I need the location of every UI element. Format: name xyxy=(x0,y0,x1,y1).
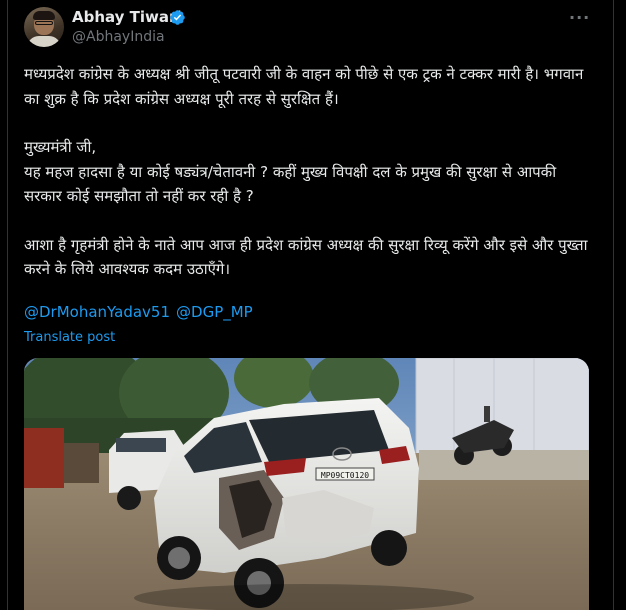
tweet-paragraph: यह महज हादसा है या कोई षड्यंत्र/चेतावनी … xyxy=(24,162,557,206)
damaged-car-photo: MP09CT0120 xyxy=(24,358,589,610)
author-name[interactable]: Abhay Tiwari xyxy=(72,8,182,26)
author-handle[interactable]: @AbhayIndia xyxy=(72,29,165,45)
avatar-glasses xyxy=(35,21,53,25)
avatar-hair xyxy=(33,11,55,20)
mention-link[interactable]: @DrMohanYadav51 xyxy=(24,303,170,321)
mention-link[interactable]: @DGP_MP xyxy=(176,303,253,321)
tweet-text: मध्यप्रदेश कांग्रेस के अध्यक्ष श्री जीतू… xyxy=(24,62,594,282)
license-plate: MP09CT0120 xyxy=(321,471,369,480)
avatar[interactable] xyxy=(24,7,64,47)
more-options-icon[interactable]: ··· xyxy=(569,8,590,27)
tweet-paragraph: मध्यप्रदेश कांग्रेस के अध्यक्ष श्री जीतू… xyxy=(24,65,584,108)
tweet-paragraph: आशा है गृहमंत्री होने के नाते आप आज ही प… xyxy=(24,235,588,279)
avatar-shirt xyxy=(27,36,61,47)
tweet-photo[interactable]: MP09CT0120 xyxy=(24,358,589,610)
verified-badge-icon[interactable] xyxy=(169,9,186,26)
mentions: @DrMohanYadav51 @DGP_MP xyxy=(24,303,259,321)
tweet-paragraph: मुख्यमंत्री जी, xyxy=(24,138,97,156)
translate-post-link[interactable]: Translate post xyxy=(24,330,115,345)
